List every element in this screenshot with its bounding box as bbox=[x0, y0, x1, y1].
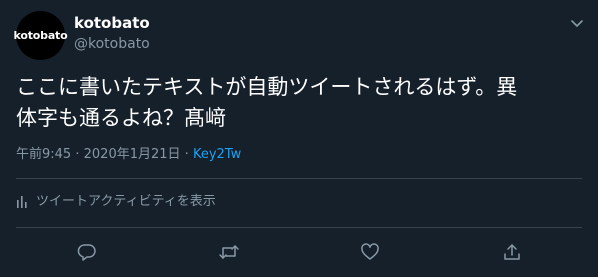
divider bbox=[16, 227, 582, 228]
tweet-text: ここに書いたテキストが自動ツイートされるはず。異 体字も通るよね？髙﨑 bbox=[16, 72, 582, 134]
tweet-card: kotobato kotobato @kotobato ここに書いたテキストが自… bbox=[0, 0, 598, 277]
meta-separator: · bbox=[184, 147, 189, 162]
display-name[interactable]: kotobato bbox=[74, 14, 150, 32]
avatar[interactable]: kotobato bbox=[13, 11, 68, 60]
meta-separator: · bbox=[75, 147, 80, 162]
tweet-text-line: 体字も通るよね？髙﨑 bbox=[16, 106, 226, 130]
action-bar bbox=[0, 236, 598, 268]
retweet-icon[interactable] bbox=[217, 240, 241, 264]
bar-chart-icon bbox=[17, 196, 27, 208]
tweet-time[interactable]: 午前9:45 bbox=[16, 147, 71, 162]
activity-label: ツイートアクティビティを表示 bbox=[36, 194, 216, 209]
user-handle[interactable]: @kotobato bbox=[74, 35, 150, 53]
share-icon[interactable] bbox=[500, 240, 524, 264]
chevron-down-icon[interactable] bbox=[568, 14, 586, 32]
tweet-source-link[interactable]: Key2Tw bbox=[193, 147, 241, 162]
avatar-logo-text: kotobato bbox=[13, 29, 68, 42]
view-activity-link[interactable]: ツイートアクティビティを表示 bbox=[16, 193, 216, 211]
tweet-meta: 午前9:45 · 2020年1月21日 · Key2Tw bbox=[16, 146, 241, 164]
divider bbox=[16, 178, 582, 179]
tweet-text-line: ここに書いたテキストが自動ツイートされるはず。異 bbox=[16, 75, 518, 99]
tweet-date[interactable]: 2020年1月21日 bbox=[84, 147, 181, 162]
reply-icon[interactable] bbox=[75, 240, 99, 264]
heart-icon[interactable] bbox=[358, 240, 382, 264]
